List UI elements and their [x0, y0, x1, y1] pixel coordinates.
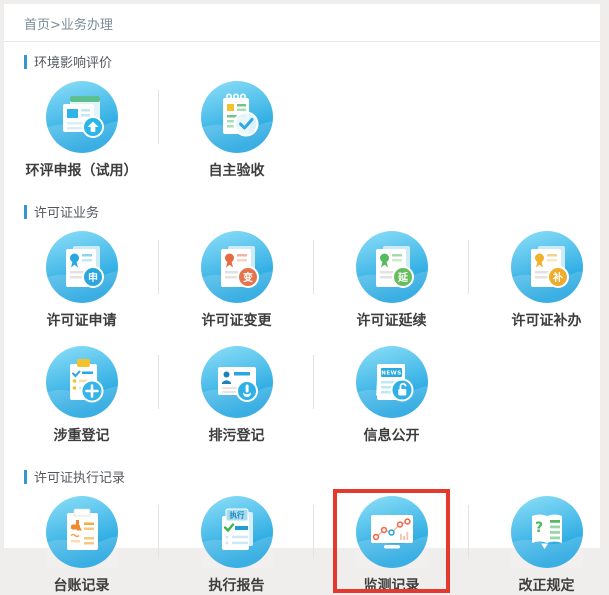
certificate-renew-icon: 延 [356, 231, 428, 303]
svg-text:申: 申 [88, 271, 98, 284]
app-item-label: 排污登记 [209, 425, 265, 445]
app-item-license-renew[interactable]: 延 许可证延续 [314, 231, 469, 330]
svg-text:执行: 执行 [229, 510, 244, 520]
svg-text:补: 补 [552, 271, 563, 284]
exec-report-icon: 执行 [201, 496, 273, 568]
app-item-monitoring-records[interactable]: 监测记录 [314, 496, 469, 595]
app-item-ledger-records[interactable]: 台账记录 [4, 496, 159, 595]
section-accent-bar [24, 205, 27, 219]
certificate-change-icon: 变 [201, 231, 273, 303]
section-license-row-2: 涉重登记 排污登记 [4, 346, 600, 445]
app-item-eia-declare[interactable]: 环评申报（试用） [4, 81, 159, 180]
app-item-label: 信息公开 [364, 425, 420, 445]
book-question-icon: ? [511, 496, 583, 568]
section-header-eia: 环境影响评价 [24, 52, 600, 71]
app-item-license-change[interactable]: 变 许可证变更 [159, 231, 314, 330]
app-item-label: 监测记录 [364, 575, 420, 595]
app-item-label: 许可证变更 [202, 310, 272, 330]
section-license-row-1: 申 许可证申请 变 许可证变更 [4, 231, 600, 330]
app-item-self-acceptance[interactable]: 自主验收 [159, 81, 314, 180]
section-exec-row: 台账记录 执行 执行报告 [4, 496, 600, 595]
app-item-license-apply[interactable]: 申 许可证申请 [4, 231, 159, 330]
app-item-license-reissue[interactable]: 补 许可证补办 [469, 231, 609, 330]
app-item-correction-rules[interactable]: ? 改正规定 [469, 496, 609, 595]
news-unlock-icon: NEWS [356, 346, 428, 418]
certificate-apply-icon: 申 [46, 231, 118, 303]
app-item-heavy-metal-register[interactable]: 涉重登记 [4, 346, 159, 445]
section-header-exec-records: 许可证执行记录 [24, 467, 600, 486]
app-item-pollution-register[interactable]: 排污登记 [159, 346, 314, 445]
breadcrumb-divider [4, 41, 600, 42]
monitor-chart-icon [356, 496, 428, 568]
ledger-faucet-icon [46, 496, 118, 568]
svg-text:延: 延 [397, 271, 409, 284]
certificate-reissue-icon: 补 [511, 231, 583, 303]
app-item-info-disclosure[interactable]: NEWS 信息公开 [314, 346, 469, 445]
svg-text:变: 变 [243, 271, 253, 284]
section-eia-row: 环评申报（试用） 自主验收 [4, 81, 600, 180]
business-handling-page: 首页>业务办理 环境影响评价 环评申报（试用） [4, 4, 600, 548]
app-item-label: 涉重登记 [54, 425, 110, 445]
app-item-label: 改正规定 [519, 575, 575, 595]
section-accent-bar [24, 55, 27, 69]
breadcrumb[interactable]: 首页>业务办理 [4, 4, 600, 41]
app-item-label: 许可证补办 [512, 310, 582, 330]
app-item-label: 台账记录 [54, 575, 110, 595]
section-accent-bar [24, 470, 27, 484]
id-card-hand-icon [201, 346, 273, 418]
app-item-exec-report[interactable]: 执行 执行报告 [159, 496, 314, 595]
svg-text:?: ? [534, 520, 542, 536]
upload-documents-icon [46, 81, 118, 153]
app-item-label: 许可证申请 [47, 310, 117, 330]
app-item-label: 环评申报（试用） [26, 160, 138, 180]
section-header-license: 许可证业务 [24, 202, 600, 221]
section-title: 环境影响评价 [34, 52, 112, 71]
app-item-label: 执行报告 [209, 575, 265, 595]
section-title: 许可证执行记录 [34, 467, 125, 486]
notepad-check-icon [201, 81, 273, 153]
app-item-label: 许可证延续 [357, 310, 427, 330]
app-item-label: 自主验收 [209, 160, 265, 180]
svg-text:NEWS: NEWS [381, 371, 401, 377]
clipboard-plus-icon [46, 346, 118, 418]
section-title: 许可证业务 [34, 202, 99, 221]
